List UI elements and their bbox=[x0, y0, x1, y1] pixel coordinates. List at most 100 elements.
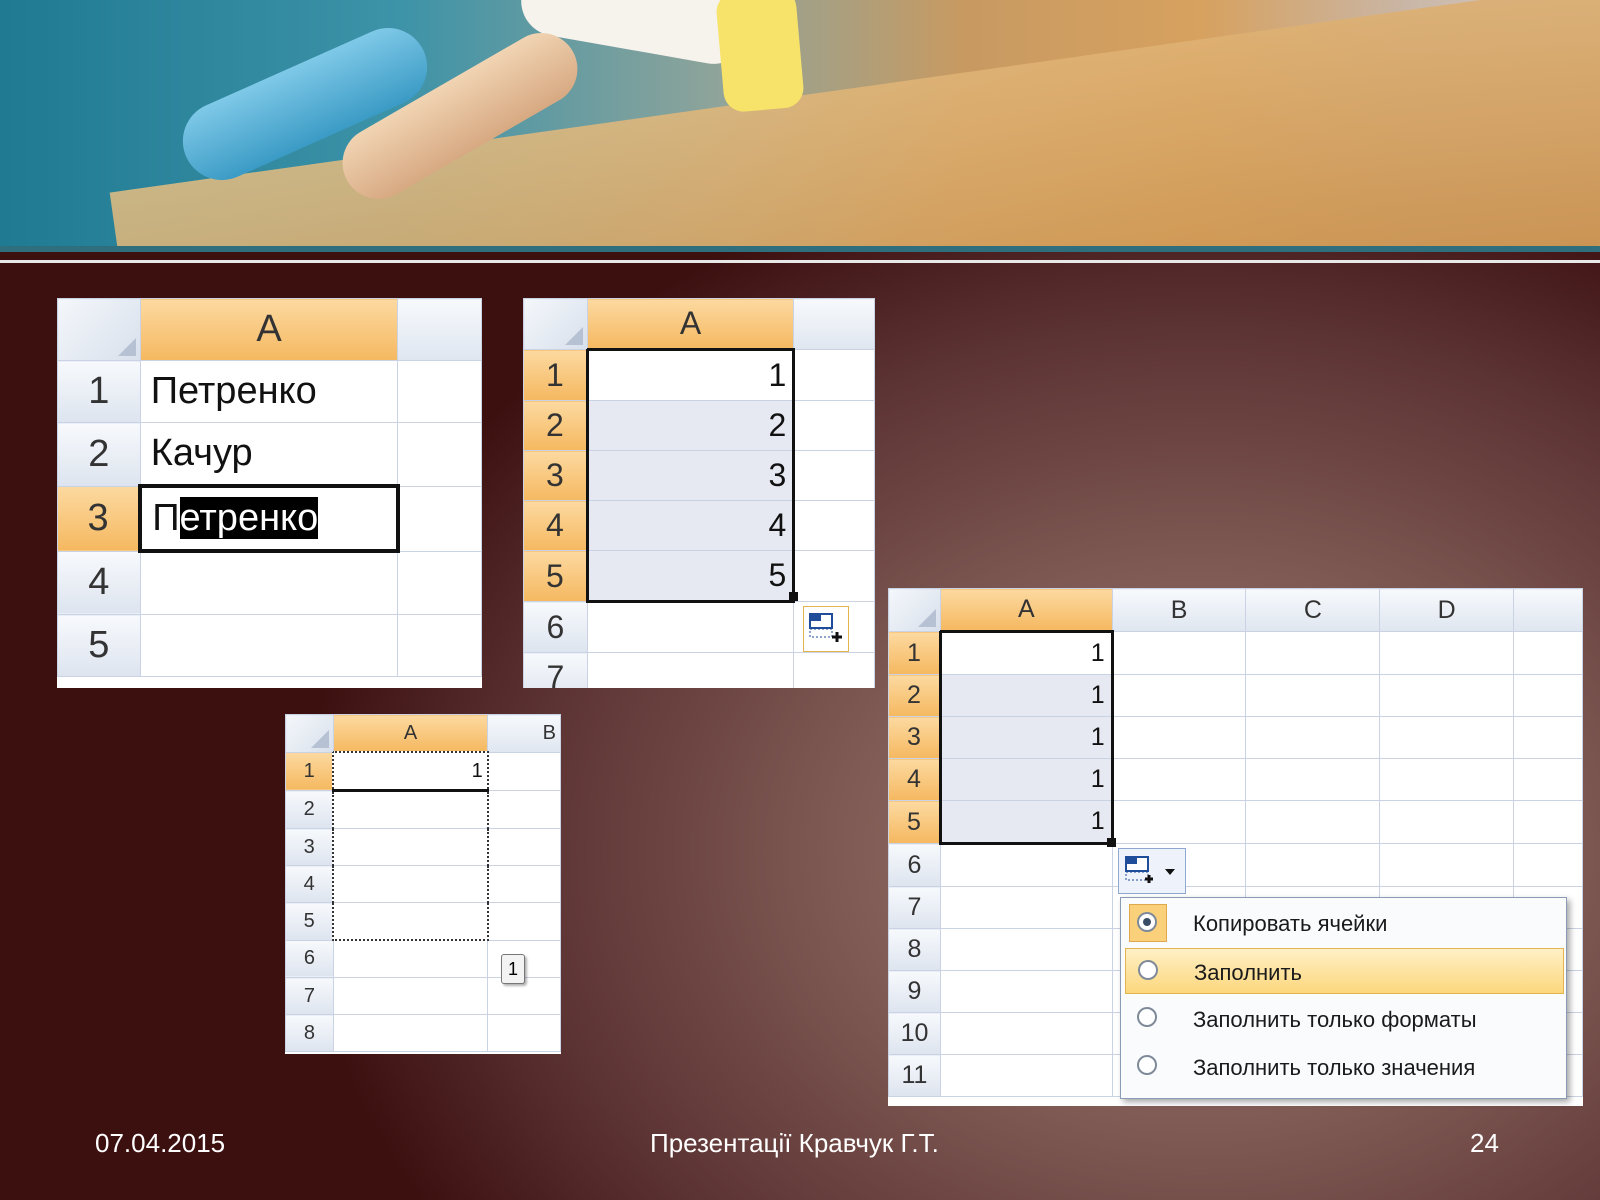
cell[interactable] bbox=[1379, 631, 1515, 675]
cell-a6[interactable] bbox=[332, 939, 489, 978]
row-header[interactable]: 3 bbox=[57, 485, 141, 552]
select-all-corner[interactable] bbox=[57, 298, 141, 361]
cell-a4[interactable] bbox=[139, 550, 399, 615]
row-header[interactable]: 11 bbox=[888, 1054, 941, 1097]
cell[interactable] bbox=[1245, 800, 1381, 844]
cell[interactable] bbox=[1245, 843, 1381, 887]
cell-b5[interactable] bbox=[487, 902, 561, 941]
column-header-b[interactable]: B bbox=[487, 714, 561, 753]
autofill-options-button[interactable] bbox=[1118, 848, 1186, 894]
cell-b2[interactable] bbox=[397, 422, 482, 487]
select-all-corner[interactable] bbox=[888, 588, 941, 632]
cell[interactable] bbox=[1111, 674, 1247, 717]
cell[interactable] bbox=[1379, 758, 1515, 801]
row-header[interactable]: 6 bbox=[888, 843, 941, 887]
cell-a1[interactable]: 1 bbox=[938, 630, 1114, 675]
cell-a2[interactable]: 2 bbox=[585, 400, 796, 451]
cell[interactable] bbox=[1513, 843, 1583, 887]
cell[interactable] bbox=[939, 843, 1113, 887]
cell[interactable] bbox=[939, 886, 1113, 929]
row-header[interactable]: 1 bbox=[523, 349, 588, 401]
row-header[interactable]: 3 bbox=[285, 828, 334, 866]
cell-b3[interactable] bbox=[487, 828, 561, 866]
cell-b8[interactable] bbox=[487, 1014, 561, 1052]
row-header[interactable]: 4 bbox=[285, 865, 334, 903]
cell-a7[interactable] bbox=[586, 652, 795, 688]
cell-b4[interactable] bbox=[793, 500, 875, 551]
cell-b2[interactable] bbox=[487, 790, 561, 829]
cell[interactable] bbox=[1513, 758, 1583, 801]
cell-b5[interactable] bbox=[793, 550, 875, 602]
cell[interactable] bbox=[1245, 674, 1381, 717]
cell[interactable] bbox=[1111, 758, 1247, 801]
cell-b3[interactable] bbox=[793, 450, 875, 501]
row-header[interactable]: 4 bbox=[523, 500, 588, 551]
row-header[interactable]: 2 bbox=[523, 400, 588, 451]
row-header[interactable]: 5 bbox=[888, 800, 941, 844]
row-header[interactable]: 1 bbox=[888, 631, 941, 675]
row-header[interactable]: 4 bbox=[57, 550, 141, 615]
row-header[interactable]: 10 bbox=[888, 1012, 941, 1055]
cell[interactable] bbox=[1513, 674, 1583, 717]
column-header-a[interactable]: A bbox=[939, 588, 1113, 632]
column-header-b[interactable] bbox=[793, 298, 875, 350]
cell-b1[interactable] bbox=[487, 751, 561, 791]
cell[interactable] bbox=[1111, 800, 1247, 844]
row-header[interactable]: 2 bbox=[285, 790, 334, 829]
fill-handle[interactable] bbox=[789, 592, 798, 601]
cell[interactable] bbox=[939, 928, 1113, 971]
cell-a5[interactable] bbox=[332, 902, 489, 941]
cell-b4[interactable] bbox=[397, 550, 482, 615]
cell[interactable] bbox=[939, 1012, 1113, 1055]
cell-a2[interactable] bbox=[332, 790, 489, 829]
cell[interactable] bbox=[1245, 716, 1381, 759]
cell[interactable] bbox=[1245, 631, 1381, 675]
cell-b4[interactable] bbox=[487, 865, 561, 903]
cell[interactable] bbox=[1379, 800, 1515, 844]
menu-item-fill-values-only[interactable]: Заполнить только значения bbox=[1125, 1044, 1562, 1088]
cell-a1[interactable]: 1 bbox=[332, 751, 489, 792]
fill-handle[interactable] bbox=[1107, 838, 1116, 847]
cell-b1[interactable] bbox=[793, 349, 875, 401]
cell-b5[interactable] bbox=[397, 614, 482, 677]
row-header[interactable]: 3 bbox=[523, 450, 588, 501]
cell-a3[interactable]: 1 bbox=[938, 716, 1114, 759]
row-header[interactable]: 5 bbox=[523, 550, 588, 602]
row-header[interactable]: 1 bbox=[285, 751, 334, 791]
cell-a5[interactable] bbox=[139, 614, 399, 677]
menu-item-copy-cells[interactable]: Копировать ячейки bbox=[1125, 900, 1562, 944]
cell[interactable] bbox=[939, 970, 1113, 1013]
cell-a2[interactable]: 1 bbox=[938, 674, 1114, 717]
row-header[interactable]: 6 bbox=[285, 939, 334, 978]
cell-a4[interactable]: 4 bbox=[585, 500, 796, 551]
column-header-a[interactable]: A bbox=[586, 298, 795, 350]
column-header-b[interactable] bbox=[397, 298, 482, 361]
row-header[interactable]: 8 bbox=[285, 1014, 334, 1052]
cell-b1[interactable] bbox=[397, 360, 482, 423]
row-header[interactable]: 5 bbox=[57, 614, 141, 677]
row-header[interactable]: 7 bbox=[285, 977, 334, 1015]
cell[interactable] bbox=[1513, 631, 1583, 675]
cell-a5[interactable]: 1 bbox=[938, 800, 1114, 845]
cell-b2[interactable] bbox=[793, 400, 875, 451]
row-header[interactable]: 9 bbox=[888, 970, 941, 1013]
cell-a6[interactable] bbox=[586, 601, 795, 653]
row-header[interactable]: 8 bbox=[888, 928, 941, 971]
cell[interactable] bbox=[1111, 631, 1247, 675]
cell[interactable] bbox=[939, 1054, 1113, 1097]
cell-a3-editing[interactable]: Петренко bbox=[138, 484, 400, 553]
select-all-corner[interactable] bbox=[285, 714, 334, 753]
row-header[interactable]: 3 bbox=[888, 716, 941, 759]
row-header[interactable]: 2 bbox=[888, 674, 941, 717]
row-header[interactable]: 2 bbox=[57, 422, 141, 487]
cell-a8[interactable] bbox=[332, 1014, 489, 1052]
cell-a1[interactable]: Петренко bbox=[139, 360, 399, 423]
row-header[interactable]: 7 bbox=[888, 886, 941, 929]
cell[interactable] bbox=[1111, 716, 1247, 759]
menu-item-fill-series[interactable]: Заполнить bbox=[1125, 948, 1564, 994]
column-header-e[interactable] bbox=[1513, 588, 1583, 632]
cell[interactable] bbox=[1379, 674, 1515, 717]
select-all-corner[interactable] bbox=[523, 298, 588, 350]
cell-a3[interactable]: 3 bbox=[585, 450, 796, 501]
cell-a3[interactable] bbox=[332, 828, 489, 866]
